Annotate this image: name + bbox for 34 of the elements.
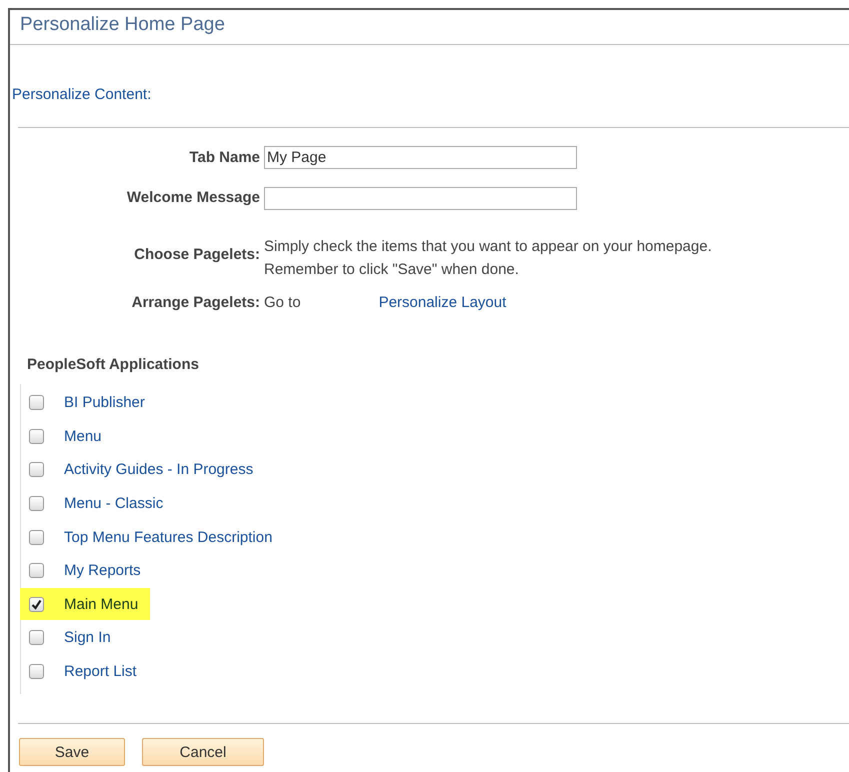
pagelet-link[interactable]: Sign In — [64, 629, 111, 646]
pagelet-link[interactable]: Report List — [64, 663, 137, 680]
group-title: PeopleSoft Applications — [27, 356, 200, 375]
checkbox[interactable] — [29, 596, 44, 612]
checkbox[interactable] — [29, 428, 44, 444]
go-to-text: Go to — [264, 294, 301, 311]
checkbox[interactable] — [29, 664, 44, 680]
cancel-button[interactable]: Cancel — [142, 738, 264, 766]
field-label: Tab Name — [189, 148, 260, 166]
checkmark-icon — [31, 598, 42, 610]
checkbox[interactable] — [29, 530, 44, 545]
pagelet-link[interactable]: Activity Guides - In Progress — [64, 461, 254, 478]
pagelet-link[interactable]: My Reports — [64, 562, 141, 580]
personalize-content-link[interactable]: Personalize Content: — [12, 86, 152, 103]
pagelet-link[interactable]: Menu - Classic — [64, 495, 164, 512]
field-label: Choose Pagelets: — [134, 246, 260, 263]
save-button[interactable]: Save — [19, 738, 125, 766]
checkbox[interactable] — [29, 462, 44, 478]
text-field[interactable]: My Page — [264, 146, 577, 168]
pagelet-link[interactable]: Top Menu Features Description — [64, 528, 272, 546]
checkbox[interactable] — [29, 395, 44, 410]
pagelet-link[interactable]: Menu — [64, 428, 102, 445]
personalize-layout-link[interactable]: Personalize Layout — [378, 294, 506, 311]
instruction-text: Simply check the items that you want to appear on your homepage. — [264, 238, 712, 255]
instruction-text: Remember to click "Save" when done. — [264, 261, 520, 278]
page-title: Personalize Home Page — [19, 13, 226, 37]
field-label: Arrange Pagelets: — [132, 294, 260, 311]
checkbox[interactable] — [29, 563, 44, 578]
pagelet-link[interactable]: Main Menu — [64, 596, 138, 613]
field-label: Welcome Message — [126, 189, 260, 206]
pagelet-link[interactable]: BI Publisher — [64, 394, 145, 412]
checkbox[interactable] — [29, 630, 44, 646]
text-field[interactable] — [264, 187, 577, 210]
checkbox[interactable] — [29, 496, 44, 512]
